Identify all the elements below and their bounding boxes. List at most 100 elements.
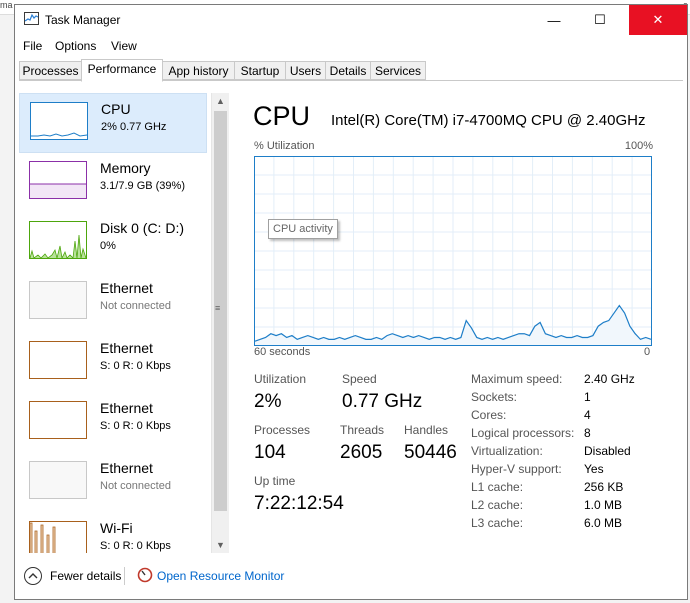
spec-value: 1	[584, 390, 591, 404]
processes-value: 104	[254, 442, 286, 463]
spec-label: Hyper-V support:	[471, 462, 562, 476]
spec-label: Cores:	[471, 408, 507, 422]
title-bar[interactable]: Task Manager — ☐ ✕	[15, 5, 687, 35]
task-manager-window: Task Manager — ☐ ✕ File Options View Pro…	[14, 4, 688, 600]
handles-value: 50446	[404, 442, 457, 463]
menu-view[interactable]: View	[111, 39, 137, 53]
utilization-label: Utilization	[254, 372, 307, 386]
sidebar-item-cpu[interactable]: CPU 2% 0.77 GHz	[19, 93, 207, 153]
menu-file[interactable]: File	[23, 39, 42, 53]
sidebar-item-sub: Not connected	[100, 300, 171, 312]
minimize-button[interactable]: —	[531, 5, 577, 35]
sidebar-item-ethernet-2[interactable]: Ethernet S: 0 R: 0 Kbps	[19, 333, 207, 393]
sidebar-item-memory[interactable]: Memory 3.1/7.9 GB (39%)	[19, 153, 207, 213]
memory-thumbnail	[29, 161, 87, 199]
cpu-thumbnail	[30, 102, 88, 140]
spec-label: Sockets:	[471, 390, 518, 404]
maximize-button[interactable]: ☐	[577, 5, 623, 35]
tab-app-history[interactable]: App history	[162, 61, 235, 80]
chevron-up-icon	[28, 573, 38, 579]
sidebar-item-sub: S: 0 R: 0 Kbps	[100, 420, 171, 432]
tab-details[interactable]: Details	[325, 61, 371, 80]
minimize-icon: —	[547, 12, 561, 28]
sidebar-item-sub: 3.1/7.9 GB (39%)	[100, 180, 185, 192]
scroll-down-icon[interactable]: ▼	[212, 537, 229, 553]
page-title: CPU	[253, 101, 311, 131]
cpu-activity-tooltip: CPU activity	[268, 219, 338, 239]
tab-processes[interactable]: Processes	[19, 61, 82, 80]
task-manager-icon	[24, 12, 39, 25]
spec-label: L1 cache:	[471, 480, 524, 494]
open-resource-monitor-link[interactable]: Open Resource Monitor	[157, 569, 284, 583]
sidebar-item-label: Ethernet	[100, 400, 153, 416]
footer: Fewer details Open Resource Monitor	[15, 561, 687, 597]
spec-value: 8	[584, 426, 591, 440]
sidebar-item-sub: S: 0 R: 0 Kbps	[100, 540, 171, 552]
sidebar-item-label: Disk 0 (C: D:)	[100, 220, 184, 236]
footer-divider	[124, 567, 125, 585]
spec-value: 4	[584, 408, 591, 422]
sidebar-item-label: CPU	[101, 101, 131, 117]
utilization-max-label: 100%	[624, 140, 653, 152]
graph-zero-label: 0	[644, 346, 651, 358]
fewer-details-button[interactable]	[24, 567, 42, 585]
spec-label: Logical processors:	[471, 426, 575, 440]
sidebar-item-sub: 0%	[100, 240, 116, 252]
spec-value: Yes	[584, 462, 604, 476]
sidebar-item-sub: S: 0 R: 0 Kbps	[100, 360, 171, 372]
cpu-utilization-graph[interactable]	[254, 156, 652, 346]
ethernet-thumbnail	[29, 281, 87, 319]
window-title: Task Manager	[45, 13, 121, 27]
wifi-thumbnail	[29, 521, 87, 553]
spec-value: 6.0 MB	[584, 516, 623, 530]
sidebar-item-sub: Not connected	[100, 480, 171, 492]
spec-label: Maximum speed:	[471, 372, 563, 386]
ethernet-thumbnail	[29, 461, 87, 499]
cpu-detail-panel: CPU Intel(R) Core(TM) i7-4700MQ CPU @ 2.…	[237, 89, 683, 539]
ethernet-thumbnail	[29, 341, 87, 379]
utilization-axis-label: % Utilization	[254, 140, 315, 152]
uptime-label: Up time	[254, 474, 296, 488]
scroll-up-icon[interactable]: ▲	[212, 93, 229, 109]
sidebar-scrollbar[interactable]: ▲ ≡ ▼	[211, 93, 229, 553]
threads-label: Threads	[340, 423, 385, 437]
speed-value: 0.77 GHz	[342, 391, 423, 412]
tab-services[interactable]: Services	[370, 61, 426, 80]
resource-list: CPU 2% 0.77 GHz Memory 3.1/7.9 GB (39%) …	[19, 93, 231, 553]
menu-options[interactable]: Options	[55, 39, 96, 53]
close-button[interactable]: ✕	[629, 5, 687, 35]
handles-label: Handles	[404, 423, 449, 437]
tab-performance[interactable]: Performance	[81, 59, 163, 82]
sidebar-item-label: Wi-Fi	[100, 520, 133, 536]
maximize-icon: ☐	[594, 12, 606, 27]
spec-label: L3 cache:	[471, 516, 524, 530]
spec-label: L2 cache:	[471, 498, 524, 512]
spec-value: 1.0 MB	[584, 498, 623, 512]
tab-startup[interactable]: Startup	[234, 61, 286, 80]
tab-users[interactable]: Users	[285, 61, 326, 80]
fewer-details-link[interactable]: Fewer details	[50, 569, 121, 583]
uptime-value: 7:22:12:54	[254, 493, 344, 514]
spec-value: Disabled	[584, 444, 631, 458]
threads-value: 2605	[340, 442, 383, 463]
disk-thumbnail	[29, 221, 87, 259]
sidebar-item-label: Ethernet	[100, 460, 153, 476]
resource-monitor-icon	[137, 567, 153, 583]
utilization-value: 2%	[254, 391, 282, 412]
ethernet-thumbnail	[29, 401, 87, 439]
spec-value: 256 KB	[584, 480, 624, 494]
sidebar-item-label: Memory	[100, 160, 151, 176]
cpu-model: Intel(R) Core(TM) i7-4700MQ CPU @ 2.40GH…	[331, 112, 646, 129]
spec-label: Virtualization:	[471, 444, 543, 458]
sidebar-item-ethernet-4[interactable]: Ethernet Not connected	[19, 453, 207, 513]
spec-value: 2.40 GHz	[584, 372, 635, 386]
sidebar-item-ethernet-1[interactable]: Ethernet Not connected	[19, 273, 207, 333]
sidebar-item-wifi[interactable]: Wi-Fi S: 0 R: 0 Kbps	[19, 513, 207, 553]
graph-time-label: 60 seconds	[254, 346, 311, 358]
sidebar-item-ethernet-3[interactable]: Ethernet S: 0 R: 0 Kbps	[19, 393, 207, 453]
sidebar-item-label: Ethernet	[100, 280, 153, 296]
grip-icon: ≡	[215, 303, 221, 313]
close-icon: ✕	[652, 12, 664, 27]
sidebar-item-disk[interactable]: Disk 0 (C: D:) 0%	[19, 213, 207, 273]
processes-label: Processes	[254, 423, 311, 437]
